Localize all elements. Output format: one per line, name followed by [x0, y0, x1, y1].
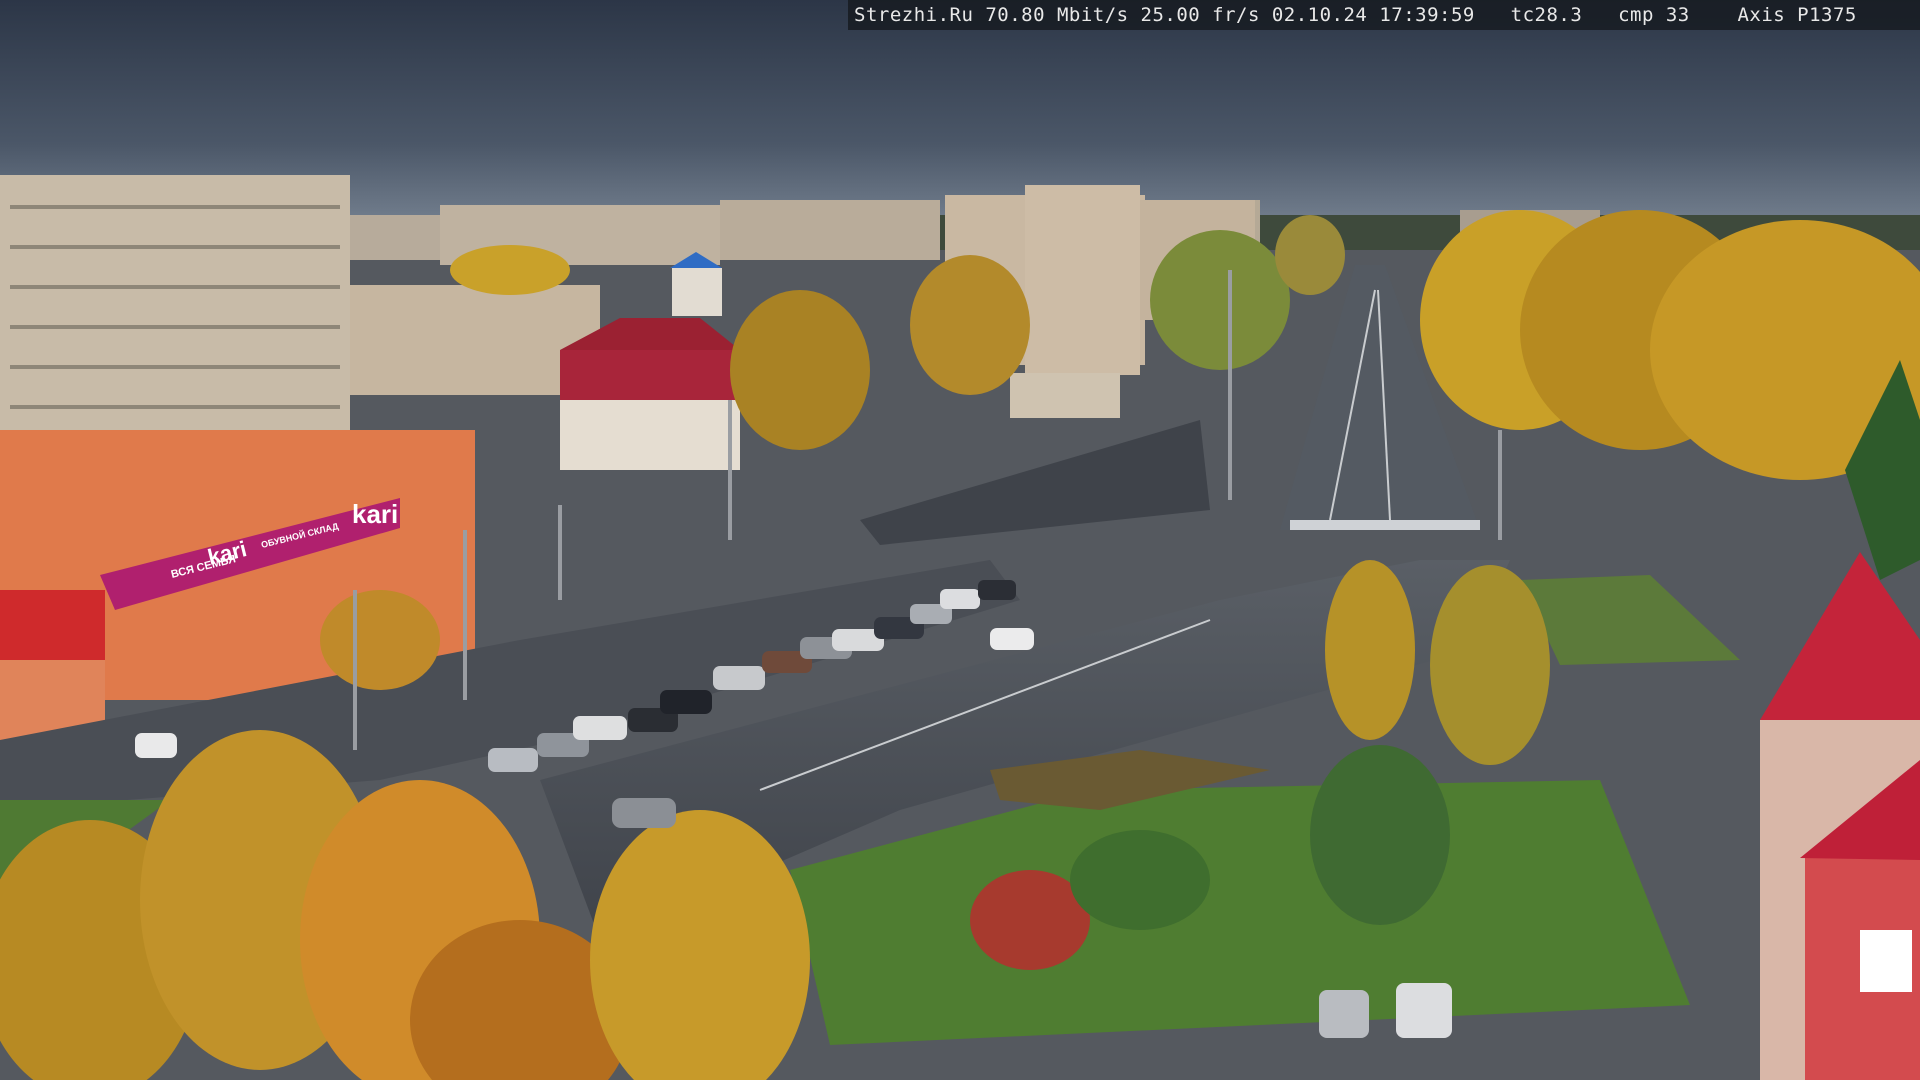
red-roof-building — [560, 318, 740, 470]
webcam-scene: kari kari ВСЯ СЕМЬЯ ОБУВНОЙ СКЛАД Strezh… — [0, 0, 1920, 1080]
plaza-building — [1010, 373, 1120, 418]
kari-logo-text: kari — [352, 499, 398, 529]
camera-osd-overlay: Strezhi.Ru 70.80 Mbit/s 25.00 fr/s 02.10… — [848, 0, 1920, 30]
city-street-photo: kari kari ВСЯ СЕМЬЯ ОБУВНОЙ СКЛАД — [0, 0, 1920, 1080]
crosswalk — [1290, 520, 1480, 530]
